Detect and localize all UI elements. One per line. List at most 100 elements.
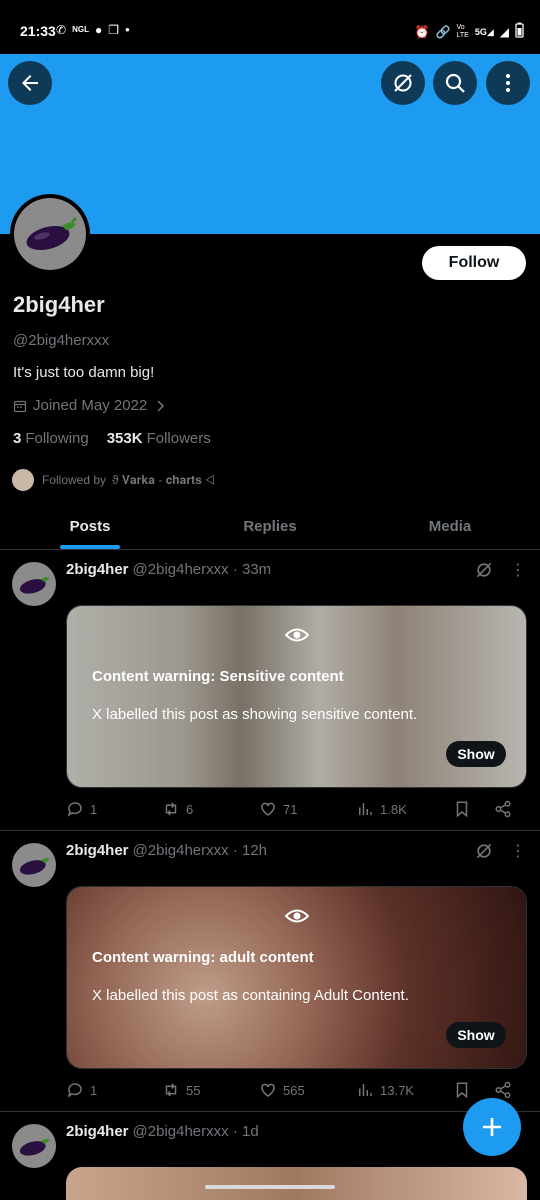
5g-signal-icon: 5G◢ bbox=[474, 26, 494, 37]
like-button[interactable]: 71 bbox=[259, 800, 297, 818]
repost-icon bbox=[165, 802, 177, 816]
post-time: · 33m bbox=[232, 561, 272, 578]
gesture-nav-bar[interactable] bbox=[205, 1185, 335, 1189]
views-button[interactable]: 1.8K bbox=[356, 800, 407, 818]
compose-button[interactable] bbox=[463, 1098, 521, 1156]
volte-icon: Vo LTE bbox=[456, 23, 469, 39]
repost-button[interactable]: 55 bbox=[162, 1081, 200, 1099]
grok-icon[interactable] bbox=[474, 841, 494, 861]
profile-avatar[interactable] bbox=[10, 194, 90, 274]
eggplant-icon bbox=[19, 858, 50, 875]
link-icon: 🔗 bbox=[435, 24, 451, 39]
eye-icon bbox=[285, 909, 309, 923]
like-button[interactable]: 565 bbox=[259, 1081, 305, 1099]
search-icon bbox=[445, 73, 465, 93]
follow-counts: 3 Following 353K Followers bbox=[13, 430, 211, 447]
media-preview[interactable] bbox=[66, 1167, 527, 1200]
post-author[interactable]: 2big4her bbox=[66, 842, 129, 859]
post-handle: @2big4herxxx bbox=[132, 561, 229, 578]
reply-button[interactable]: 1 bbox=[66, 1081, 97, 1099]
chevron-right-icon bbox=[157, 399, 165, 412]
heart-icon bbox=[261, 1083, 275, 1097]
post-header: 2big4her @2big4herxxx · 33m bbox=[66, 561, 271, 578]
profile-handle: @2big4herxxx bbox=[13, 332, 110, 349]
show-button[interactable]: Show bbox=[446, 1022, 506, 1048]
bookmark-button[interactable] bbox=[453, 800, 471, 818]
post-item[interactable]: 2big4her @2big4herxxx · 12h ⋮ Content war… bbox=[0, 831, 540, 1112]
post-item[interactable]: 2big4her @2big4herxxx · 33m ⋮ Content war… bbox=[0, 550, 540, 831]
search-button[interactable] bbox=[433, 61, 477, 105]
bookmark-icon bbox=[456, 801, 468, 818]
signal-icon: ◢ bbox=[499, 24, 509, 39]
joined-date[interactable]: Joined May 2022 bbox=[13, 397, 167, 414]
sensitive-media[interactable]: Content warning: adult content X labelle… bbox=[66, 886, 527, 1069]
joined-text: Joined May 2022 bbox=[33, 397, 148, 414]
reply-icon bbox=[67, 1083, 82, 1098]
followed-by-prefix: Followed by bbox=[42, 473, 107, 487]
eggplant-icon bbox=[26, 216, 78, 251]
alarm-icon: ⏰ bbox=[414, 24, 430, 39]
post-handle: @2big4herxxx bbox=[132, 1123, 229, 1140]
post-avatar[interactable] bbox=[12, 1124, 56, 1168]
status-bar: 21:33 ✆ NGL ● ❐ ● ⏰ 🔗 Vo LTE 5G◢ ◢ bbox=[0, 0, 540, 54]
followers-count: 353K bbox=[106, 430, 143, 447]
post-more-icon[interactable]: ⋮ bbox=[510, 841, 526, 861]
following-count: 3 bbox=[13, 430, 22, 447]
post-more-icon[interactable]: ⋮ bbox=[510, 560, 526, 580]
profile-name: 2big4her bbox=[13, 292, 105, 317]
followed-by-name: ϑ 𝐕𝐚𝐫𝐤𝐚 - 𝐜𝐡𝐚𝐫𝐭𝐬 ⨞ bbox=[112, 472, 216, 487]
grok-button[interactable] bbox=[381, 61, 425, 105]
arrow-left-icon bbox=[22, 75, 38, 91]
post-header: 2big4her @2big4herxxx · 12h bbox=[66, 842, 267, 859]
profile-tabs: Posts Replies Media bbox=[0, 506, 540, 550]
tab-posts[interactable]: Posts bbox=[0, 506, 180, 549]
post-author[interactable]: 2big4her bbox=[66, 1123, 129, 1140]
more-options-button[interactable] bbox=[486, 61, 530, 105]
share-icon bbox=[495, 800, 511, 818]
repost-icon bbox=[165, 1083, 177, 1097]
status-right-icons: ⏰ 🔗 Vo LTE 5G◢ ◢ bbox=[415, 22, 524, 41]
share-icon bbox=[495, 1081, 511, 1099]
post-actions: 1 6 71 1.8K bbox=[66, 797, 526, 821]
repost-button[interactable]: 6 bbox=[162, 800, 193, 818]
followed-by[interactable]: Followed by ϑ 𝐕𝐚𝐫𝐤𝐚 - 𝐜𝐡𝐚𝐫𝐭𝐬 ⨞ bbox=[10, 467, 215, 493]
profile-bio: It's just too damn big! bbox=[13, 364, 155, 381]
follow-button[interactable]: Follow bbox=[422, 246, 526, 280]
following-link[interactable]: 3 Following bbox=[13, 430, 89, 447]
post-header: 2big4her @2big4herxxx · 1d bbox=[66, 1123, 259, 1140]
calendar-icon bbox=[13, 400, 27, 412]
post-avatar[interactable] bbox=[12, 562, 56, 606]
eggplant-icon bbox=[19, 577, 50, 594]
post-time: · 12h bbox=[232, 842, 268, 859]
bookmark-button[interactable] bbox=[453, 1081, 471, 1099]
reply-button[interactable]: 1 bbox=[66, 800, 97, 818]
tab-indicator bbox=[60, 545, 120, 549]
more-vertical-icon bbox=[506, 74, 510, 92]
follower-avatar bbox=[10, 467, 36, 493]
post-avatar[interactable] bbox=[12, 843, 56, 887]
back-button[interactable] bbox=[8, 61, 52, 105]
views-button[interactable]: 13.7K bbox=[356, 1081, 414, 1099]
warning-title: Content warning: adult content bbox=[92, 949, 314, 966]
post-author[interactable]: 2big4her bbox=[66, 561, 129, 578]
reply-icon bbox=[67, 802, 82, 817]
status-left-icons: ✆ NGL ● ❐ ● bbox=[56, 23, 130, 37]
grok-icon bbox=[394, 74, 412, 92]
warning-title: Content warning: Sensitive content bbox=[92, 668, 344, 685]
tab-replies[interactable]: Replies bbox=[180, 506, 360, 549]
plus-icon bbox=[483, 1118, 501, 1136]
ngl-icon: NGL bbox=[72, 25, 89, 34]
grok-icon[interactable] bbox=[474, 560, 494, 580]
analytics-icon bbox=[359, 803, 372, 815]
share-button[interactable] bbox=[494, 800, 512, 818]
show-button[interactable]: Show bbox=[446, 741, 506, 767]
sensitive-media[interactable]: Content warning: Sensitive content X lab… bbox=[66, 605, 527, 788]
dot-icon: ● bbox=[124, 25, 130, 34]
followers-link[interactable]: 353K Followers bbox=[107, 430, 211, 447]
eye-icon bbox=[285, 628, 309, 642]
analytics-icon bbox=[359, 1084, 372, 1096]
bookmark-icon bbox=[456, 1082, 468, 1099]
status-time: 21:33 bbox=[20, 23, 56, 39]
share-button[interactable] bbox=[494, 1081, 512, 1099]
tab-media[interactable]: Media bbox=[360, 506, 540, 549]
